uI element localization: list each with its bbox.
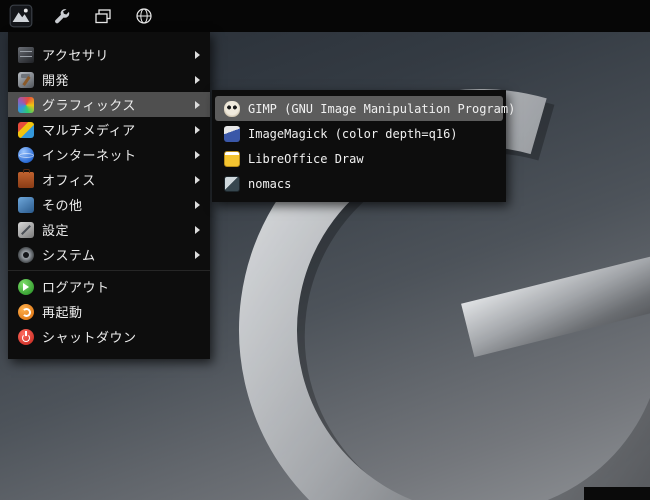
gimp-icon bbox=[224, 100, 240, 117]
nomacs-icon bbox=[224, 175, 240, 192]
submenu-arrow-icon bbox=[195, 175, 200, 184]
app-menu-button[interactable] bbox=[8, 3, 34, 29]
menu-item-label: 開発 bbox=[42, 73, 70, 88]
windows-button[interactable] bbox=[90, 3, 116, 29]
submenu-item-label: LibreOffice Draw bbox=[248, 151, 364, 166]
menu-item-label: オフィス bbox=[42, 173, 96, 188]
distro-logo-icon bbox=[9, 4, 33, 28]
menu-item-label: その他 bbox=[42, 198, 83, 213]
menu-item-accessories[interactable]: アクセサリ bbox=[8, 42, 210, 67]
submenu-arrow-icon bbox=[195, 50, 200, 59]
multimedia-icon bbox=[18, 121, 34, 138]
submenu-item-imagemagick[interactable]: ImageMagick (color depth=q16) bbox=[215, 121, 503, 146]
tools-button[interactable] bbox=[49, 3, 75, 29]
submenu-arrow-icon bbox=[195, 100, 200, 109]
app-menu: アクセサリ 開発 グラフィックス マルチメディア インターネット オフィス その… bbox=[8, 32, 210, 359]
graphics-submenu: GIMP (GNU Image Manipulation Program) Im… bbox=[212, 90, 515, 202]
logout-icon bbox=[18, 278, 34, 295]
shutdown-icon bbox=[18, 328, 34, 345]
globe-icon bbox=[136, 8, 152, 24]
submenu-arrow-icon bbox=[195, 125, 200, 134]
submenu-arrow-icon bbox=[195, 250, 200, 259]
menu-item-office[interactable]: オフィス bbox=[8, 167, 210, 192]
menu-item-label: 設定 bbox=[42, 223, 70, 238]
bottom-right-panel[interactable] bbox=[584, 487, 650, 500]
submenu-item-libreoffice-draw[interactable]: LibreOffice Draw bbox=[215, 146, 503, 171]
submenu-item-label: ImageMagick (color depth=q16) bbox=[248, 126, 458, 141]
submenu-arrow-icon bbox=[195, 75, 200, 84]
submenu-arrow-icon bbox=[195, 225, 200, 234]
development-icon bbox=[18, 71, 34, 88]
menu-item-label: ログアウト bbox=[42, 280, 110, 295]
menu-item-system[interactable]: システム bbox=[8, 242, 210, 267]
taskbar bbox=[0, 0, 650, 32]
menu-item-label: 再起動 bbox=[42, 305, 83, 320]
menu-item-restart[interactable]: 再起動 bbox=[8, 299, 210, 324]
menu-item-label: アクセサリ bbox=[42, 48, 109, 63]
submenu-item-nomacs[interactable]: nomacs bbox=[215, 171, 503, 196]
menu-item-label: グラフィックス bbox=[42, 98, 136, 113]
menu-item-label: マルチメディア bbox=[42, 123, 136, 138]
submenu-item-gimp[interactable]: GIMP (GNU Image Manipulation Program) bbox=[215, 96, 515, 121]
submenu-item-label: nomacs bbox=[248, 176, 292, 191]
system-icon bbox=[18, 246, 34, 263]
settings-icon bbox=[18, 221, 34, 238]
menu-item-label: システム bbox=[42, 248, 96, 263]
menu-separator bbox=[8, 267, 210, 274]
menu-item-development[interactable]: 開発 bbox=[8, 67, 210, 92]
window-icon bbox=[95, 9, 111, 24]
office-icon bbox=[18, 168, 34, 188]
menu-item-shutdown[interactable]: シャットダウン bbox=[8, 324, 210, 349]
submenu-arrow-icon bbox=[195, 200, 200, 209]
menu-item-label: インターネット bbox=[42, 148, 137, 163]
internet-icon bbox=[18, 146, 34, 163]
imagemagick-icon bbox=[224, 125, 240, 142]
menu-item-multimedia[interactable]: マルチメディア bbox=[8, 117, 210, 142]
restart-icon bbox=[18, 303, 34, 320]
menu-item-graphics[interactable]: グラフィックス bbox=[8, 92, 210, 117]
menu-item-label: シャットダウン bbox=[42, 330, 137, 345]
menu-item-other[interactable]: その他 bbox=[8, 192, 210, 217]
submenu-item-label: GIMP (GNU Image Manipulation Program) bbox=[248, 101, 516, 116]
network-button[interactable] bbox=[131, 3, 157, 29]
wrench-icon bbox=[55, 9, 70, 24]
graphics-icon bbox=[18, 96, 34, 113]
desktop: アクセサリ 開発 グラフィックス マルチメディア インターネット オフィス その… bbox=[0, 0, 650, 500]
libreoffice-draw-icon bbox=[224, 150, 240, 167]
menu-item-internet[interactable]: インターネット bbox=[8, 142, 210, 167]
accessories-icon bbox=[18, 46, 34, 63]
other-icon bbox=[18, 196, 34, 213]
menu-item-settings[interactable]: 設定 bbox=[8, 217, 210, 242]
menu-item-logout[interactable]: ログアウト bbox=[8, 274, 210, 299]
submenu-arrow-icon bbox=[195, 150, 200, 159]
